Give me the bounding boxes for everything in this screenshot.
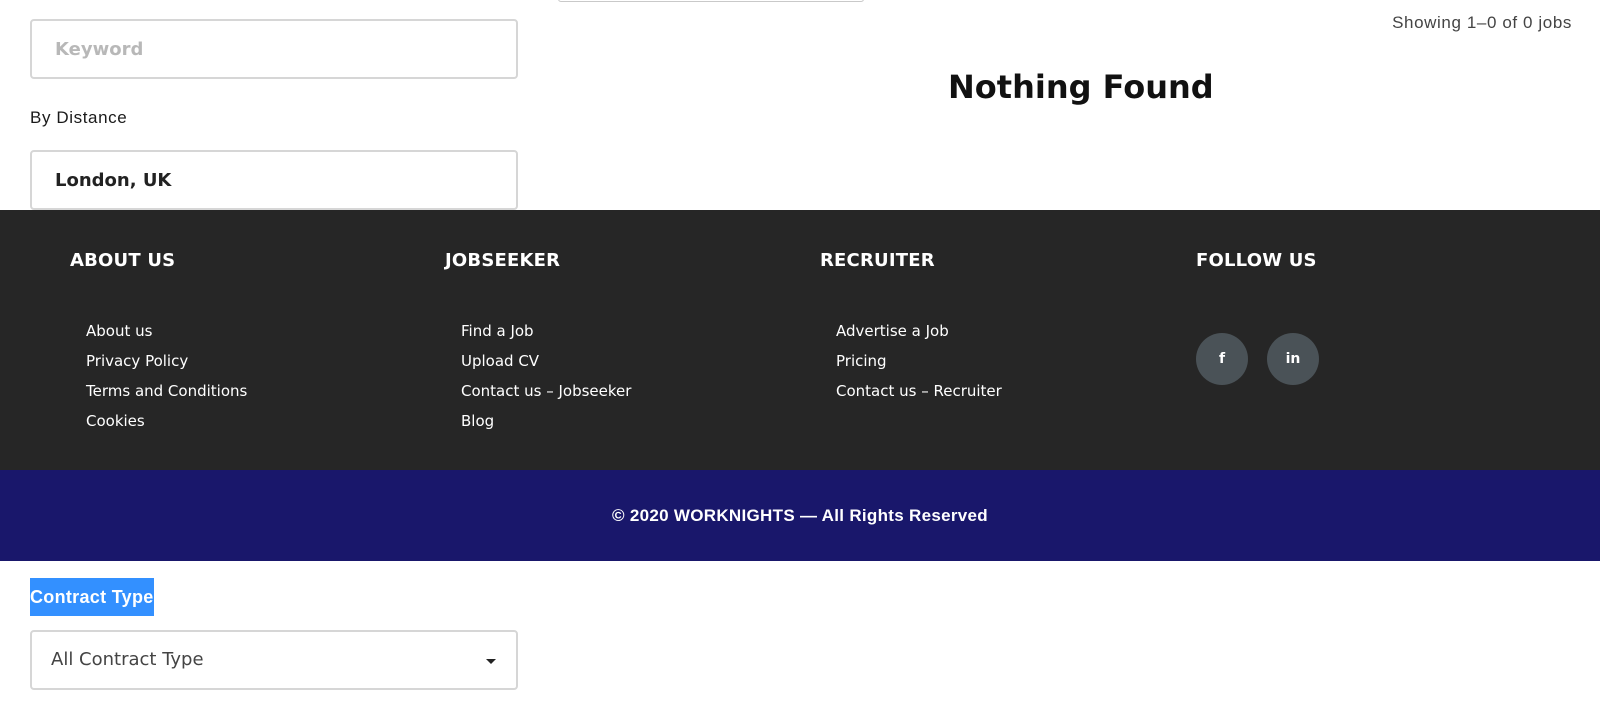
footer-column-follow: FOLLOW US — [1196, 250, 1317, 271]
footer-link-contact-jobseeker[interactable]: Contact us – Jobseeker — [461, 382, 631, 400]
footer-link-item: Contact us – Recruiter — [836, 376, 1002, 406]
footer-link-item: Pricing — [836, 346, 1002, 376]
footer-link-cookies[interactable]: Cookies — [86, 412, 145, 430]
footer-links-recruiter: Advertise a Job Pricing Contact us – Rec… — [820, 316, 1002, 406]
footer-link-find-job[interactable]: Find a Job — [461, 322, 534, 340]
footer-column-jobseeker: JOBSEEKER Find a Job Upload CV Contact u… — [445, 250, 631, 436]
footer-link-item: Blog — [461, 406, 631, 436]
footer-link-item: Privacy Policy — [86, 346, 247, 376]
footer-link-item: About us — [86, 316, 247, 346]
footer-link-advertise-job[interactable]: Advertise a Job — [836, 322, 949, 340]
facebook-glyph: f — [1218, 351, 1226, 367]
copyright-bar: © 2020 WORKNIGHTS — All Rights Reserved — [0, 470, 1600, 561]
location-input[interactable] — [30, 150, 518, 210]
empty-results-message: Nothing Found — [948, 68, 1214, 106]
footer-heading-about: ABOUT US — [70, 250, 176, 271]
footer-links-about: About us Privacy Policy Terms and Condit… — [70, 316, 247, 436]
facebook-icon[interactable]: f — [1196, 333, 1248, 385]
footer-heading-jobseeker: JOBSEEKER — [445, 250, 561, 271]
sort-dropdown[interactable] — [558, 0, 864, 2]
distance-label: By Distance — [30, 108, 128, 127]
footer-column-recruiter: RECRUITER Advertise a Job Pricing Contac… — [820, 250, 1002, 406]
footer-link-about-us[interactable]: About us — [86, 322, 152, 340]
contract-type-value: All Contract Type — [51, 649, 204, 670]
footer-link-item: Cookies — [86, 406, 247, 436]
footer-link-item: Advertise a Job — [836, 316, 1002, 346]
footer-link-contact-recruiter[interactable]: Contact us – Recruiter — [836, 382, 1002, 400]
footer-link-item: Contact us – Jobseeker — [461, 376, 631, 406]
footer-link-pricing[interactable]: Pricing — [836, 352, 887, 370]
results-count: Showing 1–0 of 0 jobs — [1392, 13, 1572, 32]
linkedin-icon[interactable]: in — [1267, 333, 1319, 385]
footer-link-privacy-policy[interactable]: Privacy Policy — [86, 352, 188, 370]
contract-type-label: Contract Type — [30, 578, 154, 616]
footer-link-item: Terms and Conditions — [86, 376, 247, 406]
chevron-down-icon — [486, 659, 496, 664]
site-footer: ABOUT US About us Privacy Policy Terms a… — [0, 210, 1600, 470]
footer-link-item: Upload CV — [461, 346, 631, 376]
keyword-input[interactable] — [30, 19, 518, 79]
footer-link-upload-cv[interactable]: Upload CV — [461, 352, 539, 370]
footer-link-terms[interactable]: Terms and Conditions — [86, 382, 247, 400]
footer-column-about: ABOUT US About us Privacy Policy Terms a… — [70, 250, 247, 436]
footer-heading-recruiter: RECRUITER — [820, 250, 935, 271]
search-results-area: By Distance Showing 1–0 of 0 jobs Nothin… — [0, 0, 1600, 210]
footer-heading-follow: FOLLOW US — [1196, 250, 1317, 271]
footer-links-jobseeker: Find a Job Upload CV Contact us – Jobsee… — [445, 316, 631, 436]
footer-link-blog[interactable]: Blog — [461, 412, 494, 430]
copyright-text: © 2020 WORKNIGHTS — All Rights Reserved — [612, 505, 988, 525]
contract-type-select[interactable]: All Contract Type — [30, 630, 518, 690]
footer-link-item: Find a Job — [461, 316, 631, 346]
linkedin-glyph: in — [1285, 351, 1301, 367]
